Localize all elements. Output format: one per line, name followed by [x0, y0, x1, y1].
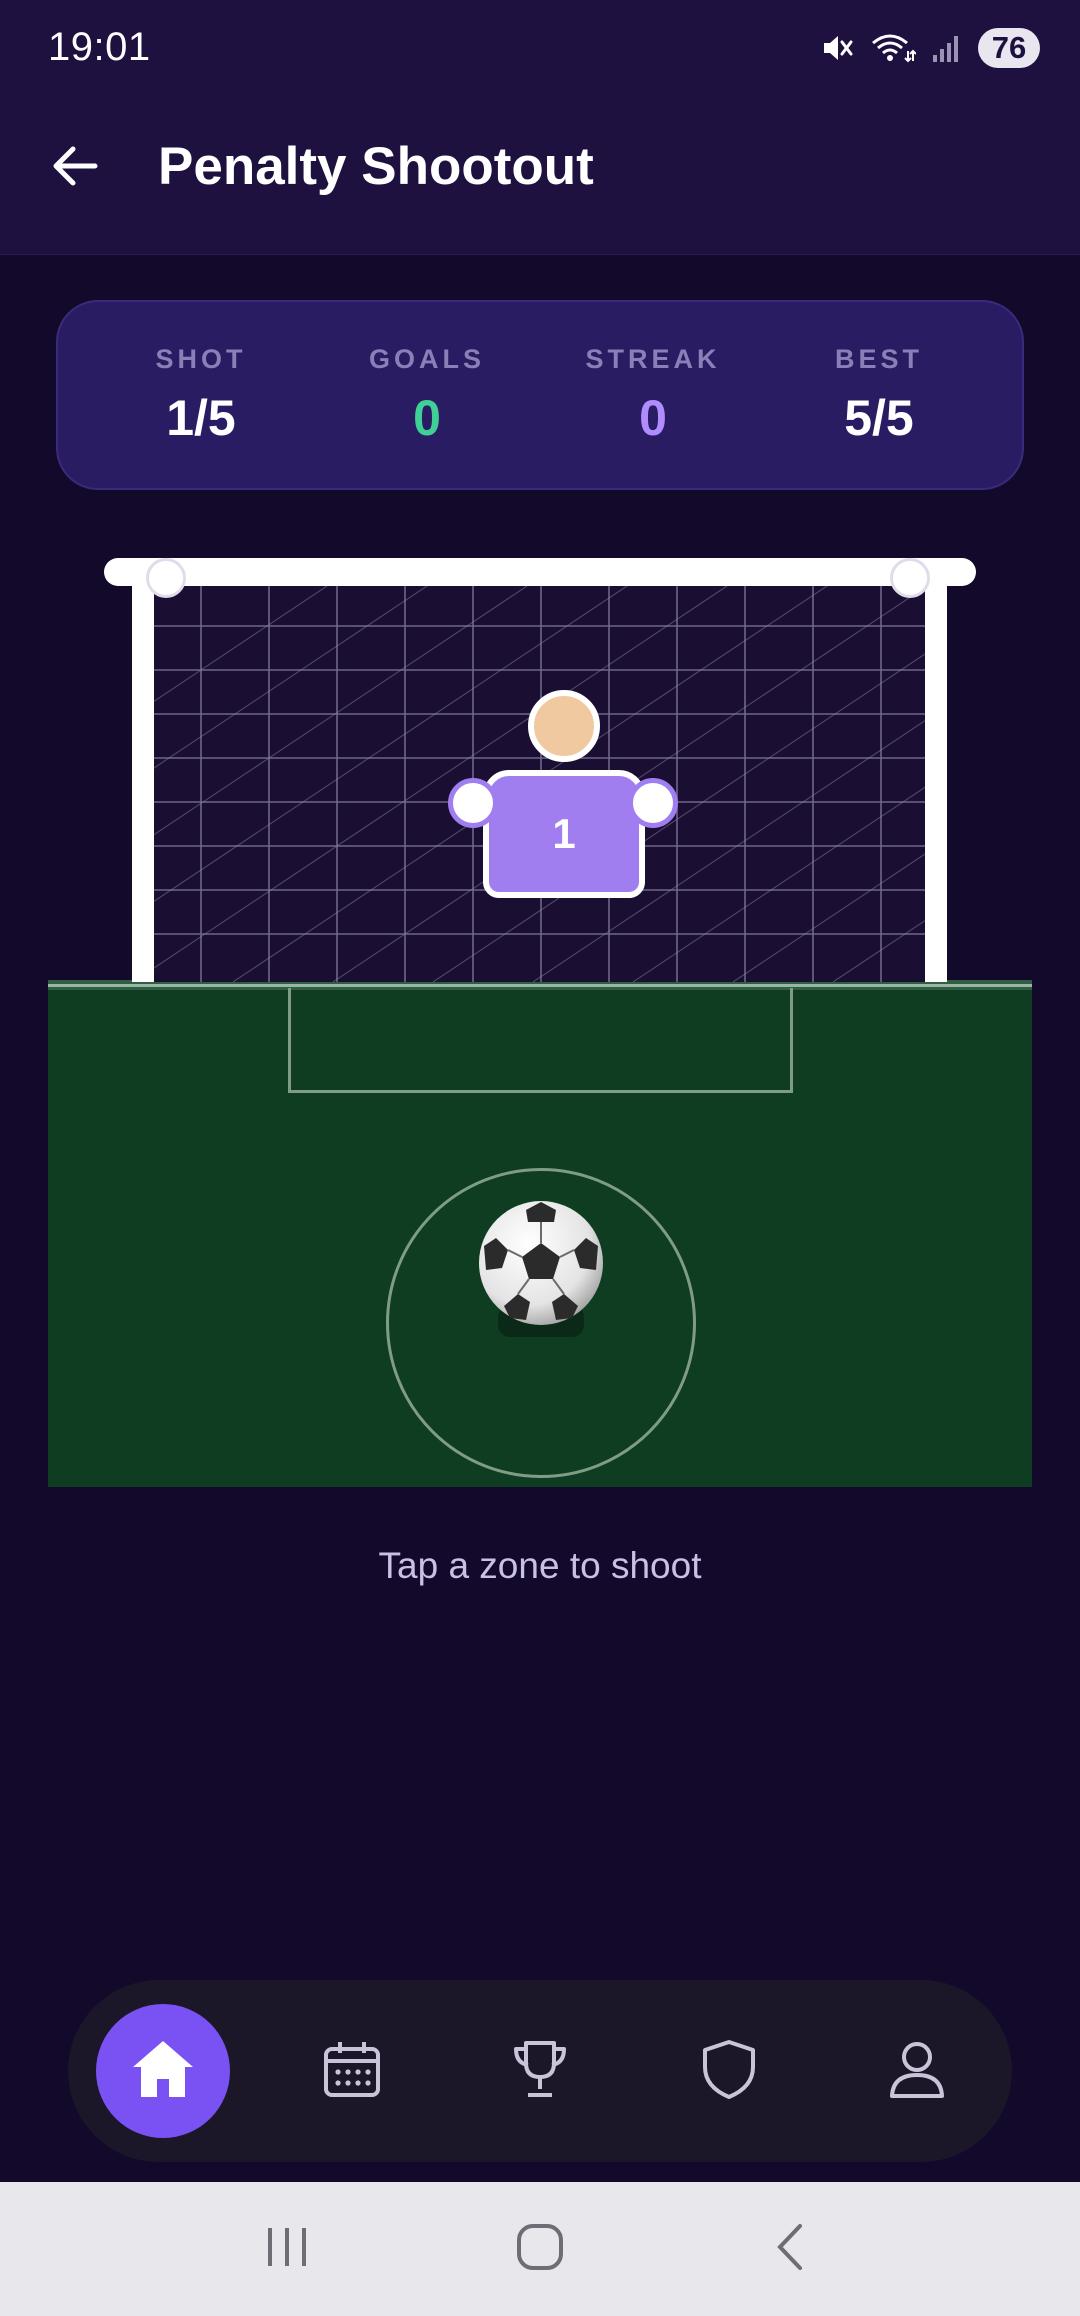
- signal-icon: [932, 33, 962, 63]
- stat-best-label: BEST: [834, 343, 923, 374]
- calendar-icon: [320, 2037, 384, 2106]
- stat-goals: GOALS 0: [327, 344, 527, 447]
- mute-icon: [820, 31, 854, 65]
- home-icon: [129, 2035, 197, 2108]
- trophy-icon: [508, 2037, 572, 2106]
- goalkeeper-glove-left: [448, 778, 498, 828]
- stat-best: BEST 5/5: [779, 344, 979, 447]
- stat-goals-value: 0: [413, 389, 441, 446]
- stat-shot-value: 1/5: [166, 389, 236, 446]
- chevron-left-icon: [768, 2222, 818, 2277]
- goalkeeper: 1: [448, 690, 678, 910]
- back-system-button[interactable]: [753, 2209, 833, 2289]
- system-nav-bar: [0, 2182, 1080, 2316]
- user-icon: [885, 2037, 949, 2106]
- stats-card: SHOT 1/5 GOALS 0 STREAK 0 BEST 5/5: [56, 300, 1024, 490]
- status-bar: 19:01 76: [0, 0, 1080, 95]
- nav-shield[interactable]: [662, 2004, 796, 2138]
- home-circle-icon: [514, 2221, 566, 2278]
- back-button[interactable]: [40, 133, 110, 203]
- goal-crossbar: [104, 558, 976, 586]
- goalkeeper-jersey: 1: [483, 770, 645, 898]
- goalkeeper-head: [528, 690, 600, 762]
- bottom-nav: [68, 1980, 1012, 2162]
- stat-best-value: 5/5: [844, 389, 914, 446]
- shot-zone-left[interactable]: [156, 590, 428, 980]
- shot-zone-right[interactable]: [700, 590, 972, 980]
- goalkeeper-glove-right: [628, 778, 678, 828]
- app-header: Penalty Shootout: [0, 95, 1080, 255]
- soccer-ball-icon[interactable]: [476, 1198, 606, 1328]
- app-root: 19:01 76 Penalty Shootout SHOT 1/5 GOALS…: [0, 0, 1080, 2316]
- six-yard-box: [288, 988, 793, 1093]
- nav-home[interactable]: [96, 2004, 230, 2138]
- stat-streak: STREAK 0: [553, 344, 753, 447]
- nav-trophy[interactable]: [473, 2004, 607, 2138]
- shield-icon: [697, 2037, 761, 2106]
- recent-apps-button[interactable]: [247, 2209, 327, 2289]
- stat-goals-label: GOALS: [368, 343, 485, 374]
- goal-post-left: [132, 570, 154, 982]
- stat-shot-label: SHOT: [155, 343, 247, 374]
- recent-apps-icon: [262, 2222, 312, 2277]
- status-icons: 76: [820, 27, 1040, 68]
- shoot-hint: Tap a zone to shoot: [378, 1545, 702, 1586]
- battery-indicator: 76: [978, 27, 1040, 68]
- nav-calendar[interactable]: [285, 2004, 419, 2138]
- page-title: Penalty Shootout: [158, 137, 594, 196]
- wifi-icon: [870, 31, 916, 65]
- nav-profile[interactable]: [850, 2004, 984, 2138]
- stat-streak-label: STREAK: [585, 343, 721, 374]
- stat-shot: SHOT 1/5: [101, 344, 301, 447]
- home-system-button[interactable]: [500, 2209, 580, 2289]
- goal-area: 1: [48, 550, 1032, 1487]
- arrow-left-icon: [49, 140, 101, 197]
- status-time: 19:01: [48, 25, 151, 69]
- stat-streak-value: 0: [639, 389, 667, 446]
